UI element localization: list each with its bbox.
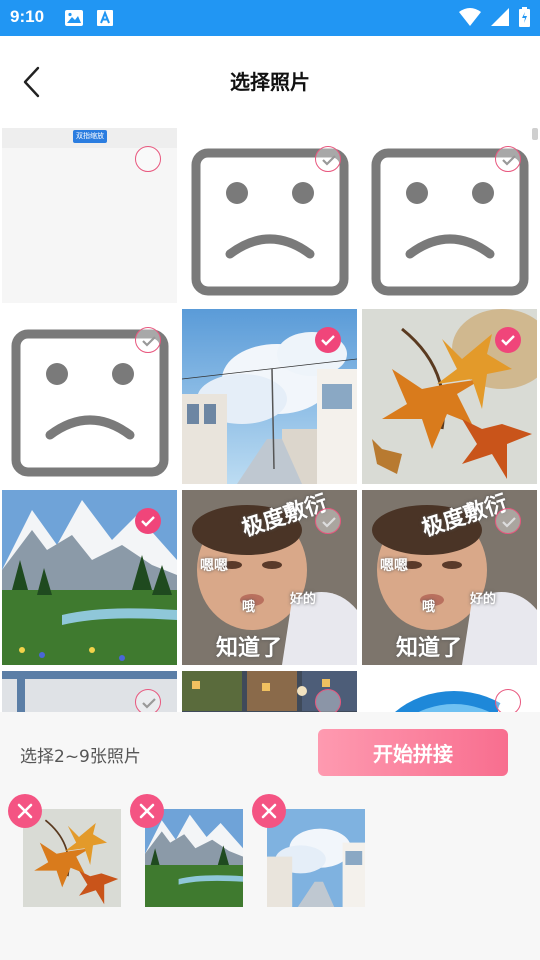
meme-text: 哦 (422, 600, 436, 615)
meme-text: 嗯嗯 (200, 558, 228, 574)
select-checkbox[interactable] (495, 508, 521, 534)
battery-icon (519, 7, 530, 27)
page-title: 选择照片 (230, 70, 310, 94)
start-collage-button[interactable]: 开始拼接 (318, 729, 508, 776)
status-bar: 9:10 (0, 0, 540, 36)
wifi-icon (459, 8, 481, 26)
photo-item[interactable] (362, 671, 537, 712)
photo-item[interactable] (362, 128, 537, 303)
selection-hint: 选择2~9张照片 (20, 747, 141, 767)
photo-item[interactable] (182, 671, 357, 712)
photo-item[interactable] (2, 671, 177, 712)
select-checkbox[interactable] (315, 689, 341, 712)
photo-item[interactable] (182, 128, 357, 303)
select-checkbox-checked[interactable] (135, 508, 161, 534)
close-icon (17, 803, 33, 819)
photo-item[interactable]: 极度敷衍 嗯嗯 哦 好的 知道了 (182, 490, 357, 665)
select-checkbox[interactable] (315, 146, 341, 172)
close-icon (261, 803, 277, 819)
top-bar: 选择照片 (0, 36, 540, 126)
signal-icon (491, 8, 509, 26)
select-checkbox[interactable] (495, 689, 521, 712)
select-checkbox[interactable] (315, 508, 341, 534)
remove-button[interactable] (8, 794, 42, 828)
photo-item[interactable]: 双指缩放 (2, 128, 177, 303)
select-checkbox[interactable] (135, 689, 161, 712)
select-checkbox[interactable] (135, 146, 161, 172)
select-checkbox[interactable] (495, 146, 521, 172)
select-checkbox-checked[interactable] (495, 327, 521, 353)
photo-item[interactable]: 极度敷衍 嗯嗯 哦 好的 知道了 (362, 490, 537, 665)
meme-text: 哦 (242, 600, 256, 615)
meme-caption: 知道了 (396, 636, 463, 661)
photo-item[interactable] (362, 309, 537, 484)
photo-item[interactable] (2, 490, 177, 665)
select-checkbox[interactable] (135, 327, 161, 353)
bottom-panel: 选择2~9张照片 开始拼接 (0, 712, 540, 960)
photo-item[interactable] (182, 309, 357, 484)
meme-text: 好的 (290, 592, 317, 607)
grid-scrollbar[interactable] (532, 128, 538, 140)
select-checkbox-checked[interactable] (315, 327, 341, 353)
photo-grid[interactable]: 双指缩放 极度敷衍 嗯嗯 哦 好的 知道了 极度敷衍 嗯嗯 哦 好的 知道了 (0, 126, 540, 712)
meme-text: 嗯嗯 (380, 558, 408, 574)
image-icon (65, 10, 83, 26)
status-time: 9:10 (10, 7, 45, 26)
font-icon (97, 10, 113, 26)
remove-button[interactable] (130, 794, 164, 828)
remove-button[interactable] (252, 794, 286, 828)
meme-text: 好的 (470, 592, 497, 607)
photo-badge: 双指缩放 (73, 130, 107, 143)
meme-caption: 知道了 (216, 636, 283, 661)
photo-item[interactable] (2, 309, 177, 484)
close-icon (139, 803, 155, 819)
